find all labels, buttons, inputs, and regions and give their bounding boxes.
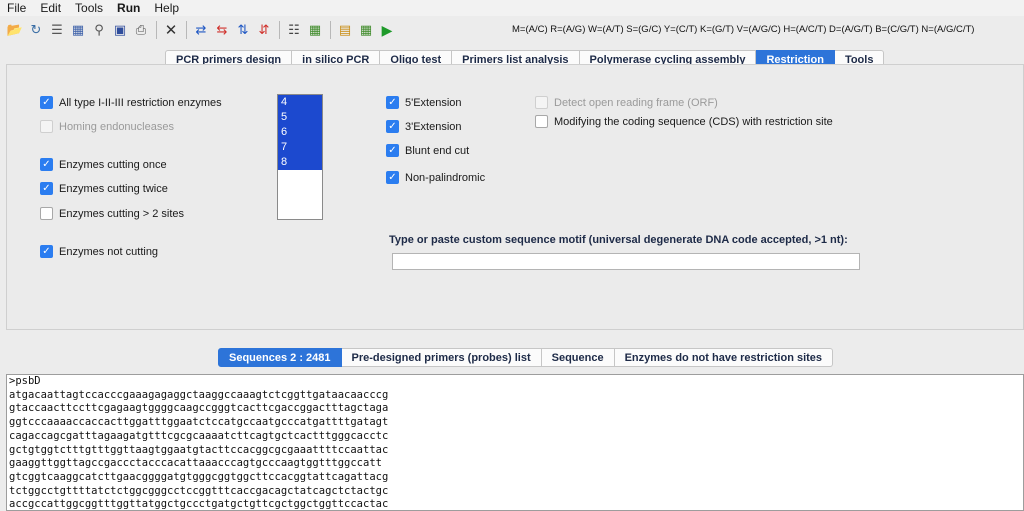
sequence-tabs: Sequences 2 : 2481 Pre-designed primers … <box>218 348 834 367</box>
motif-input[interactable] <box>392 253 860 270</box>
non-palindromic-checkbox[interactable]: ✓ Non-palindromic <box>386 171 485 184</box>
menu-edit[interactable]: Edit <box>33 0 68 16</box>
cutting-twice-checkbox[interactable]: ✓ Enzymes cutting twice <box>40 182 168 195</box>
sequence-line: gtcggtcaaggcatcttgaacggggatgtgggcggtggct… <box>9 470 389 483</box>
tab-sequence[interactable]: Sequence <box>541 348 615 367</box>
checkmark-icon: ✓ <box>386 144 399 157</box>
toolbar-separator <box>330 21 331 39</box>
toolbar-separator <box>156 21 157 39</box>
toolbar-separator <box>279 21 280 39</box>
ext3-label: 3'Extension <box>405 120 462 133</box>
non-palindromic-label: Non-palindromic <box>405 171 486 184</box>
homing-endonucleases-checkbox: Homing endonucleases <box>40 120 174 133</box>
degenerate-code-legend: M=(A/C) R=(A/G) W=(A/T) S=(G/C) Y=(C/T) … <box>512 24 975 35</box>
detect-orf-checkbox: Detect open reading frame (ORF) <box>535 96 718 109</box>
run-icon[interactable]: ▶ <box>378 21 396 39</box>
cutting-once-label: Enzymes cutting once <box>59 158 167 171</box>
homing-endonucleases-label: Homing endonucleases <box>59 120 174 133</box>
sequence-line: >psbD <box>9 375 41 387</box>
primer-pair-icon[interactable]: ⇵ <box>255 21 273 39</box>
list-item[interactable]: 7 <box>278 140 322 155</box>
menu-help[interactable]: Help <box>147 0 186 16</box>
tab-sequences[interactable]: Sequences 2 : 2481 <box>218 348 342 367</box>
menu-run[interactable]: Run <box>110 0 147 16</box>
sequence-line: ggtcccaaaaccaccacttggatttggaatctccatgcca… <box>9 416 389 429</box>
checkmark-icon: ✓ <box>40 158 53 171</box>
print-icon[interactable]: ⎙ <box>132 21 150 39</box>
reverse-icon[interactable]: ⇅ <box>234 21 252 39</box>
checkmark-icon: ✓ <box>40 245 53 258</box>
site-length-list[interactable]: 4 5 6 7 8 <box>277 94 323 220</box>
sequence-line: tctggcctgttttatctctggcgggcctccggtttcaccg… <box>9 484 389 497</box>
refresh-icon[interactable]: ↻ <box>27 21 45 39</box>
list-item[interactable]: 8 <box>278 155 322 170</box>
motif-label: Type or paste custom sequence motif (uni… <box>389 234 848 246</box>
checkmark-icon: ✓ <box>40 96 53 109</box>
tab-enzymes-no-sites[interactable]: Enzymes do not have restriction sites <box>614 348 834 367</box>
all-type-enzymes-checkbox[interactable]: ✓ All type I-II-III restriction enzymes <box>40 96 222 109</box>
close-icon[interactable]: ✕ <box>162 21 180 39</box>
sequence-textarea[interactable]: >psbD atgacaattagtccacccgaaagagaggctaagg… <box>6 374 1024 511</box>
modify-cds-checkbox[interactable]: Modifying the coding sequence (CDS) with… <box>535 115 833 128</box>
ext5-checkbox[interactable]: ✓ 5'Extension <box>386 96 462 109</box>
cutting-more-checkbox[interactable]: Enzymes cutting > 2 sites <box>40 207 184 220</box>
checkmark-icon: ✓ <box>386 96 399 109</box>
sequence-line: cagaccagcgatttagaagatgtttcgcgcaaaatcttca… <box>9 429 389 442</box>
sequence-line: accgccattggcggtttggttatggctgccctgatgctgt… <box>9 498 389 511</box>
all-type-enzymes-label: All type I-II-III restriction enzymes <box>59 96 222 109</box>
checkmark-icon: ✓ <box>386 171 399 184</box>
not-cutting-label: Enzymes not cutting <box>59 245 159 258</box>
sequence-line: gaaggttggttagccgaccctacccacattaaacccagtg… <box>9 457 382 470</box>
open-folder-icon[interactable]: 📂 <box>6 21 24 39</box>
list-item[interactable]: 5 <box>278 110 322 125</box>
checkmark-icon: ✓ <box>386 120 399 133</box>
checkmark-icon: ✓ <box>40 182 53 195</box>
menu-file[interactable]: File <box>0 0 33 16</box>
tab-predesigned-primers[interactable]: Pre-designed primers (probes) list <box>341 348 542 367</box>
menu-tools[interactable]: Tools <box>68 0 110 16</box>
list-item[interactable]: 6 <box>278 125 322 140</box>
cutting-once-checkbox[interactable]: ✓ Enzymes cutting once <box>40 158 167 171</box>
sequence-line: gctgtggtctttgtttggttaagtggaatgtacttccacg… <box>9 443 389 456</box>
save-all-icon[interactable]: ▦ <box>69 21 87 39</box>
grid-icon[interactable]: ▦ <box>306 21 324 39</box>
not-cutting-checkbox[interactable]: ✓ Enzymes not cutting <box>40 245 158 258</box>
blunt-end-label: Blunt end cut <box>405 144 470 157</box>
ext5-label: 5'Extension <box>405 96 462 109</box>
menu-bar: File Edit Tools Run Help <box>0 0 1024 16</box>
cutting-more-label: Enzymes cutting > 2 sites <box>59 207 185 220</box>
detect-orf-label: Detect open reading frame (ORF) <box>554 96 718 109</box>
sequence-line: gtaccaacttccttcgagaagtggggcaagccgggtcact… <box>9 402 389 415</box>
assembly-icon[interactable]: ▤ <box>336 21 354 39</box>
blunt-end-checkbox[interactable]: ✓ Blunt end cut <box>386 144 469 157</box>
modify-cds-label: Modifying the coding sequence (CDS) with… <box>554 115 833 128</box>
table-icon[interactable]: ☷ <box>285 21 303 39</box>
sequence-line: atgacaattagtccacccgaaagagaggctaaggccaaag… <box>9 388 389 401</box>
list-icon[interactable]: ☰ <box>48 21 66 39</box>
primer-design-icon[interactable]: ⇄ <box>192 21 210 39</box>
ext3-checkbox[interactable]: ✓ 3'Extension <box>386 120 462 133</box>
pcr-icon[interactable]: ⇆ <box>213 21 231 39</box>
toolbar-separator <box>186 21 187 39</box>
list-item[interactable]: 4 <box>278 95 322 110</box>
zoom-icon[interactable]: ⚲ <box>90 21 108 39</box>
cutting-twice-label: Enzymes cutting twice <box>59 182 168 195</box>
grid2-icon[interactable]: ▦ <box>357 21 375 39</box>
save-icon[interactable]: ▣ <box>111 21 129 39</box>
